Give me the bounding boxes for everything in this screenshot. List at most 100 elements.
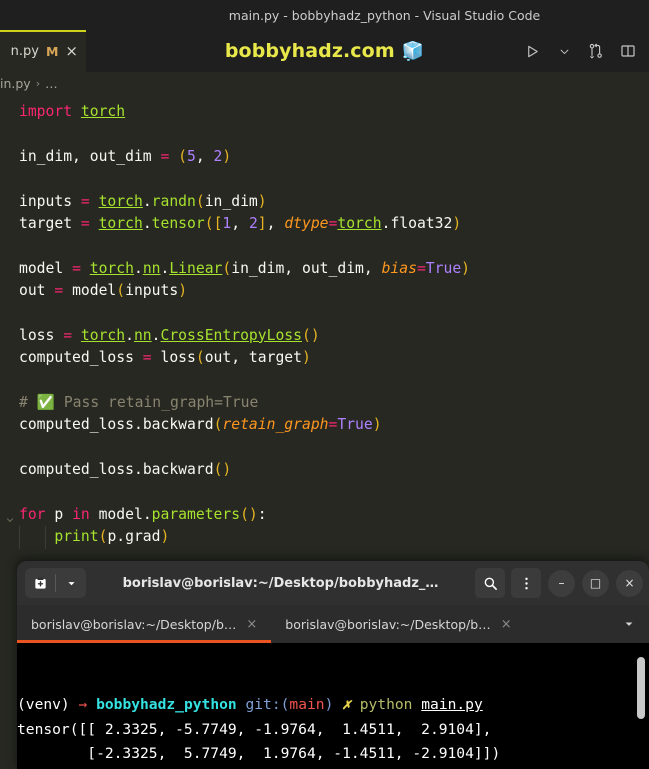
code-line: computed_loss.backward(retain_graph=True… xyxy=(19,414,649,436)
terminal-segment: git: xyxy=(245,696,281,713)
code-token: ( xyxy=(195,349,205,367)
close-icon[interactable]: × xyxy=(246,617,257,632)
code-token: ✅ xyxy=(36,394,55,412)
vscode-window: main.py - bobbyhadz_python - Visual Stud… xyxy=(0,0,649,769)
code-token: () xyxy=(240,506,258,524)
code-token: True xyxy=(425,259,462,277)
code-token: () xyxy=(301,326,320,344)
indent-guide xyxy=(19,526,20,549)
code-token: in_dim, out_dim xyxy=(231,259,364,277)
code-token: torch xyxy=(80,326,126,344)
code-token: . xyxy=(151,326,161,344)
code-token: computed_loss xyxy=(19,349,143,367)
code-token: out, target xyxy=(204,349,302,367)
terminal-tab-list-icon[interactable] xyxy=(609,605,649,643)
terminal-tab-label: borislav@borislav:~/Desktop/b… xyxy=(285,616,491,632)
code-token: ) xyxy=(160,528,170,546)
search-icon[interactable] xyxy=(475,568,505,598)
terminal-segment: → xyxy=(78,696,97,713)
code-token: = xyxy=(63,326,73,344)
editor-tab-modified-indicator: M xyxy=(45,43,59,59)
terminal-tab-strip: borislav@borislav:~/Desktop/b… × borislav@… xyxy=(17,605,649,643)
code-token: = xyxy=(160,147,170,165)
code-line: target = torch.tensor([1, 2], dtype=torc… xyxy=(19,213,649,235)
code-token: model xyxy=(72,282,117,300)
breadcrumb-more[interactable]: … xyxy=(45,76,58,91)
code-token: 2 xyxy=(248,214,258,232)
terminal-scrollbar[interactable] xyxy=(637,657,645,719)
terminal-segment: python xyxy=(359,696,422,713)
maximize-button[interactable]: □ xyxy=(582,569,609,597)
code-token: loss xyxy=(160,349,196,367)
close-icon[interactable]: × xyxy=(501,617,512,632)
code-token: = xyxy=(72,259,81,277)
code-token: CrossEntropyLoss xyxy=(160,326,302,344)
source-control-icon[interactable] xyxy=(581,36,611,66)
terminal-tab[interactable]: borislav@borislav:~/Desktop/b… × xyxy=(17,605,272,643)
code-token: inputs xyxy=(19,192,81,210)
code-token: Linear xyxy=(169,259,223,277)
kebab-menu-icon[interactable] xyxy=(511,568,541,598)
code-token: () xyxy=(213,461,232,479)
code-token: ( xyxy=(195,192,205,210)
code-token: computed_loss xyxy=(19,461,134,479)
fold-chevron-icon[interactable] xyxy=(5,510,15,523)
code-line: loss = torch.nn.CrossEntropyLoss() xyxy=(19,325,649,347)
code-token: = xyxy=(142,349,152,367)
code-token: model xyxy=(89,506,143,524)
code-token: , xyxy=(363,259,382,277)
code-token: computed_loss xyxy=(19,416,134,434)
code-token: p xyxy=(45,506,73,524)
terminal-line: tensor([[ 2.3325, -5.7749, -1.9764, 1.45… xyxy=(17,718,649,743)
terminal-output[interactable]: (venv) → bobbyhadz_python git:(main) ✗ p… xyxy=(17,643,649,769)
indent-guide xyxy=(45,526,46,549)
code-token: = xyxy=(80,192,90,210)
code-content: import torch in_dim, out_dim = (5, 2) in… xyxy=(0,94,649,549)
code-token: ) xyxy=(461,259,471,277)
code-token: out xyxy=(19,282,55,300)
code-token: torch xyxy=(89,259,134,277)
code-line: # ✅ Pass retain_graph=True xyxy=(19,392,649,414)
code-token: dtype xyxy=(284,214,329,232)
split-editor-icon[interactable] xyxy=(613,36,643,66)
new-tab-icon[interactable] xyxy=(25,568,55,598)
code-token: ] xyxy=(257,214,267,232)
code-token: True xyxy=(337,416,373,434)
code-token: . xyxy=(142,506,152,524)
code-token: ) xyxy=(452,214,462,232)
play-icon[interactable] xyxy=(517,36,547,66)
code-token: nn xyxy=(133,326,152,344)
close-button[interactable]: × xyxy=(616,569,643,597)
code-token: tensor xyxy=(151,214,205,232)
code-token: ( xyxy=(222,259,232,277)
code-token: ( xyxy=(116,282,126,300)
code-token: : xyxy=(257,506,267,524)
code-editor[interactable]: import torch in_dim, out_dim = (5, 2) in… xyxy=(0,94,649,560)
terminal-segment: (venv) xyxy=(17,696,79,713)
code-token: float32 xyxy=(390,214,453,232)
chevron-down-icon[interactable] xyxy=(549,36,579,66)
breadcrumb-file[interactable]: in.py xyxy=(0,76,31,91)
close-icon[interactable]: × xyxy=(65,43,78,59)
code-token: backward xyxy=(142,416,214,434)
code-token: p.grad xyxy=(107,528,161,546)
code-token: retain_graph xyxy=(222,416,329,434)
chevron-down-icon[interactable] xyxy=(56,568,86,598)
minimize-button[interactable]: – xyxy=(548,569,575,597)
editor-tab-main-py[interactable]: n.py M × xyxy=(0,30,86,72)
code-token: import xyxy=(19,103,81,120)
code-token: ) xyxy=(301,349,311,367)
terminal-tab[interactable]: borislav@borislav:~/Desktop/b… × xyxy=(271,605,525,643)
code-token: . xyxy=(142,214,152,232)
code-token: , xyxy=(195,147,214,165)
editor-actions xyxy=(517,30,643,72)
breadcrumb[interactable]: in.py › … xyxy=(0,72,649,94)
